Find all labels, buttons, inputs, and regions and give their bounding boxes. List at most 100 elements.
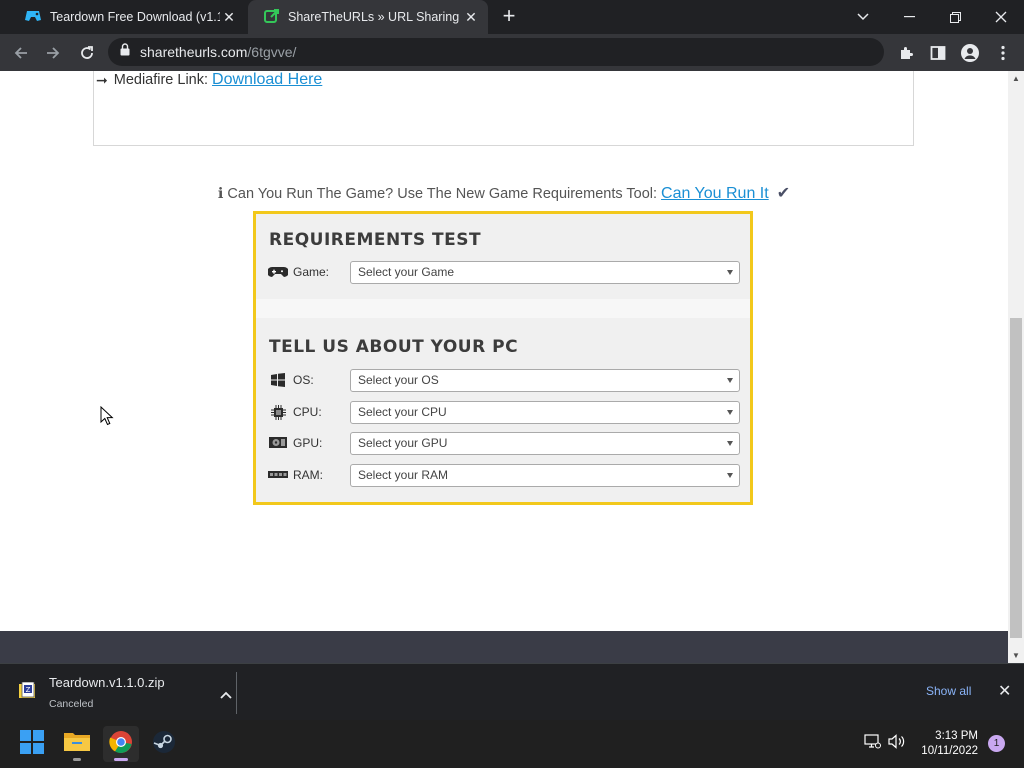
page-scrollbar[interactable]: ▲ ▼ xyxy=(1008,71,1024,663)
scroll-down-icon[interactable]: ▼ xyxy=(1012,651,1020,660)
profile-avatar-icon[interactable] xyxy=(957,40,983,66)
volume-icon[interactable] xyxy=(888,734,905,754)
close-icon[interactable]: ✕ xyxy=(462,8,480,26)
reload-button[interactable] xyxy=(74,40,100,66)
start-button[interactable] xyxy=(14,726,50,762)
minimize-button[interactable] xyxy=(886,0,932,34)
game-label: Game: xyxy=(293,265,330,279)
download-status: Canceled xyxy=(49,698,94,710)
close-icon[interactable]: ✕ xyxy=(220,8,238,26)
ram-stick-icon xyxy=(268,467,288,483)
mediafire-download-link[interactable]: Download Here xyxy=(212,71,322,89)
system-clock[interactable]: 3:13 PM 10/11/2022 xyxy=(916,729,978,759)
restore-button[interactable] xyxy=(932,0,978,34)
requirements-tool-line: ℹ Can You Run The Game? Use The New Game… xyxy=(0,183,1008,203)
info-icon: ℹ xyxy=(217,186,224,202)
scroll-thumb[interactable] xyxy=(1010,318,1022,638)
requirements-test-section: Requirements Test Game: Select your Game xyxy=(256,214,750,299)
menu-kebab-icon[interactable] xyxy=(990,40,1016,66)
caret-down-icon xyxy=(727,472,733,478)
download-file-name: Teardown.v1.1.0.zip xyxy=(49,675,165,690)
svg-text:Z: Z xyxy=(26,686,31,694)
mouse-cursor-icon xyxy=(100,406,114,426)
gpu-card-icon xyxy=(268,435,288,451)
tab-search-icon[interactable] xyxy=(840,0,886,34)
arrow-right-icon: ➞ xyxy=(96,71,108,88)
os-label: OS: xyxy=(293,373,314,387)
gamepad-icon xyxy=(268,264,288,280)
notification-badge[interactable]: 1 xyxy=(988,735,1005,752)
taskbar-steam[interactable] xyxy=(146,726,182,762)
gpu-select[interactable]: Select your GPU xyxy=(350,431,740,455)
checkmark-icon: ✔ xyxy=(776,185,791,202)
download-item[interactable]: Z Teardown.v1.1.0.zip Canceled xyxy=(18,674,234,714)
scroll-up-icon[interactable]: ▲ xyxy=(1012,74,1020,83)
gpu-label: GPU: xyxy=(293,436,323,450)
game-row: Game: Select your Game xyxy=(268,260,740,284)
can-you-run-it-link[interactable]: Can You Run It xyxy=(661,185,769,202)
download-divider xyxy=(236,672,237,714)
pc-specs-heading: Tell Us About Your PC xyxy=(269,337,519,357)
tab-teardown[interactable]: Teardown Free Download (v1.1.0) ✕ xyxy=(8,0,246,34)
close-window-button[interactable] xyxy=(978,0,1024,34)
tab-title: ShareTheURLs » URL Sharing Ma xyxy=(288,10,462,24)
tab-strip: Teardown Free Download (v1.1.0) ✕ ShareT… xyxy=(0,0,1024,34)
os-select[interactable]: Select your OS xyxy=(350,368,740,392)
requirements-widget: Requirements Test Game: Select your Game… xyxy=(253,211,753,505)
game-select[interactable]: Select your Game xyxy=(350,260,740,284)
cpu-row: CPU: Select your CPU xyxy=(268,400,740,424)
taskbar-file-explorer[interactable] xyxy=(59,726,95,762)
tab-title: Teardown Free Download (v1.1.0) xyxy=(50,10,220,24)
side-panel-icon[interactable] xyxy=(925,40,951,66)
ram-row: RAM: Select your RAM xyxy=(268,463,740,487)
forward-button[interactable] xyxy=(40,40,66,66)
mediafire-line: ➞ Mediafire Link: Download Here xyxy=(96,71,322,89)
url-path: /6tgvve/ xyxy=(247,44,297,60)
cpu-select-value: Select your CPU xyxy=(358,405,447,419)
lock-icon[interactable] xyxy=(120,43,130,61)
cpu-chip-icon xyxy=(268,404,288,420)
caret-down-icon xyxy=(727,409,733,415)
close-shelf-icon[interactable]: ✕ xyxy=(998,681,1011,701)
ram-label: RAM: xyxy=(293,468,323,482)
caret-down-icon xyxy=(727,440,733,446)
extensions-puzzle-icon[interactable] xyxy=(893,40,919,66)
gamepad-icon xyxy=(24,9,42,26)
chevron-up-icon[interactable] xyxy=(220,688,232,702)
chrome-icon xyxy=(109,730,133,759)
ram-select-value: Select your RAM xyxy=(358,468,449,482)
running-indicator xyxy=(73,758,81,761)
windows-icon xyxy=(268,372,288,388)
page-viewport: ➞ Mediafire Link: Download Here ℹ Can Yo… xyxy=(0,71,1008,631)
share-icon xyxy=(264,8,280,27)
file-explorer-icon xyxy=(64,731,90,758)
cpu-label: CPU: xyxy=(293,405,322,419)
back-button[interactable] xyxy=(8,40,34,66)
clock-date: 10/11/2022 xyxy=(921,745,978,757)
pc-specs-section: Tell Us About Your PC OS: Select your OS… xyxy=(256,318,750,502)
gpu-row: GPU: Select your GPU xyxy=(268,431,740,455)
download-shelf: Z Teardown.v1.1.0.zip Canceled Show all … xyxy=(0,663,1024,720)
url-host: sharetheurls.com xyxy=(140,44,248,60)
page-footer xyxy=(0,631,1008,663)
requirements-tool-text: Can You Run The Game? Use The New Game R… xyxy=(227,186,658,202)
ram-select[interactable]: Select your RAM xyxy=(350,463,740,487)
show-all-button[interactable]: Show all xyxy=(926,684,971,698)
gpu-select-value: Select your GPU xyxy=(358,436,448,450)
cpu-select[interactable]: Select your CPU xyxy=(350,400,740,424)
taskbar-chrome[interactable] xyxy=(103,726,139,762)
taskbar: 3:13 PM 10/11/2022 xyxy=(0,720,1024,768)
clock-time: 3:13 PM xyxy=(935,730,978,742)
caret-down-icon xyxy=(727,269,733,275)
network-icon[interactable] xyxy=(864,734,881,754)
new-tab-button[interactable]: + xyxy=(498,5,520,28)
game-select-value: Select your Game xyxy=(358,265,455,279)
mediafire-label: Mediafire Link: xyxy=(113,72,209,88)
address-bar[interactable]: sharetheurls.com /6tgvve/ xyxy=(108,38,884,66)
zip-file-icon: Z xyxy=(18,681,36,700)
os-select-value: Select your OS xyxy=(358,373,439,387)
requirements-test-heading: Requirements Test xyxy=(269,230,482,250)
caret-down-icon xyxy=(727,377,733,383)
tab-sharetheurls[interactable]: ShareTheURLs » URL Sharing Ma ✕ xyxy=(248,0,488,34)
os-row: OS: Select your OS xyxy=(268,368,740,392)
